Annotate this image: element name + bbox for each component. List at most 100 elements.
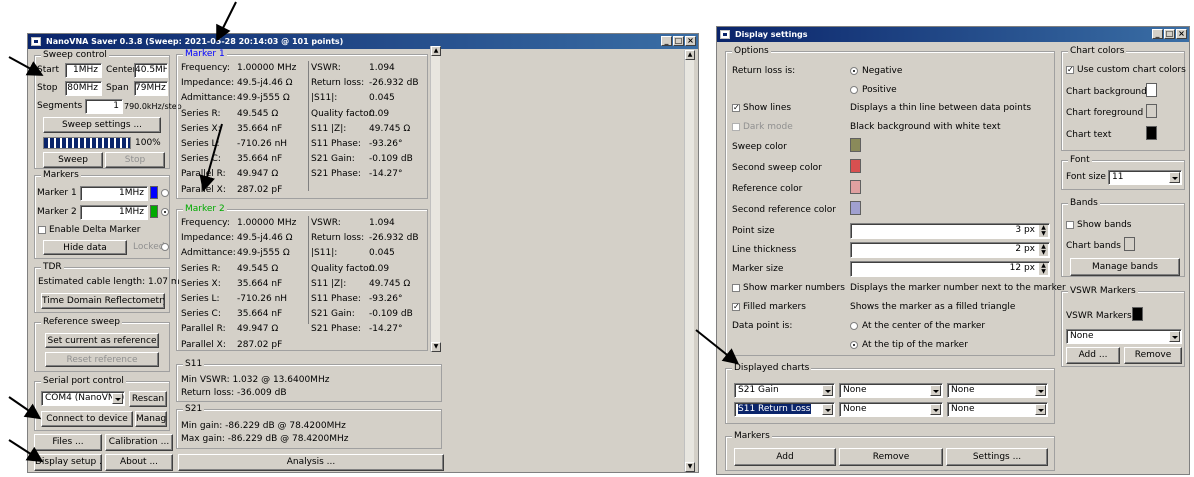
marker-add-button[interactable]: Add bbox=[734, 448, 836, 466]
dark-mode-checkbox[interactable] bbox=[732, 123, 740, 131]
dp-center-radio[interactable] bbox=[850, 322, 858, 330]
serial-port-title: Serial port control bbox=[41, 376, 126, 386]
marker1-input[interactable]: 1MHz bbox=[80, 186, 148, 201]
main-scrollbar[interactable]: ▲ ▼ bbox=[684, 50, 695, 472]
set-reference-button[interactable]: Set current as reference bbox=[45, 333, 159, 348]
line-thickness-input[interactable]: 2 px ▲ ▼ bbox=[850, 242, 1050, 258]
display-title-bar[interactable]: Display settings _ □ × bbox=[717, 27, 1189, 42]
use-custom-colors-checkbox[interactable]: ✓ bbox=[1066, 66, 1074, 74]
chevron-down-icon bbox=[112, 393, 123, 404]
main-scroll-up-icon[interactable]: ▲ bbox=[685, 50, 695, 60]
readout-label: Series R: bbox=[181, 263, 221, 274]
chart-select-r2c3[interactable]: None bbox=[947, 402, 1048, 417]
second-sweep-color-label: Second sweep color bbox=[732, 163, 822, 173]
vswr-select[interactable]: None bbox=[1066, 329, 1182, 344]
about-button[interactable]: About ... bbox=[105, 454, 173, 471]
span-input[interactable]: 79MHz bbox=[134, 81, 168, 96]
display-close-icon[interactable]: × bbox=[1176, 29, 1187, 39]
port-select[interactable]: COM4 (NanoVNA) bbox=[41, 391, 125, 406]
chart-select-r1c2[interactable]: None bbox=[839, 383, 943, 398]
filled-markers-checkbox[interactable]: ✓ bbox=[732, 303, 740, 311]
second-sweep-color-swatch[interactable] bbox=[850, 159, 861, 173]
vswr-markers-swatch[interactable] bbox=[1132, 307, 1143, 321]
readout-label: S21 Phase: bbox=[311, 169, 361, 180]
marker-readout-row: Series L: -710.26 nH bbox=[181, 139, 305, 152]
readout-value: -710.26 nH bbox=[237, 294, 288, 304]
readout-value: -14.27° bbox=[369, 324, 403, 335]
spinner-icon[interactable]: ▲ ▼ bbox=[1039, 225, 1048, 237]
marker-settings-button[interactable]: Settings ... bbox=[946, 448, 1048, 466]
vswr-remove-button[interactable]: Remove bbox=[1124, 347, 1182, 364]
negative-radio[interactable] bbox=[850, 67, 858, 75]
close-icon[interactable]: × bbox=[685, 36, 696, 46]
manage-bands-button[interactable]: Manage bands bbox=[1070, 258, 1180, 276]
chart-bands-swatch[interactable] bbox=[1124, 237, 1135, 251]
positive-radio[interactable] bbox=[850, 86, 858, 94]
manage-button[interactable]: Manage bbox=[135, 411, 167, 427]
point-size-input[interactable]: 3 px ▲ ▼ bbox=[850, 223, 1050, 239]
delta-marker-checkbox[interactable] bbox=[38, 226, 46, 234]
marker2-radio[interactable] bbox=[161, 208, 169, 216]
marker-panel-scrollbar[interactable]: ▲ ▼ bbox=[430, 46, 441, 352]
dp-center-label: At the center of the marker bbox=[862, 321, 986, 331]
chart-select-r1c3[interactable]: None bbox=[947, 383, 1048, 398]
chart-select-r2c2[interactable]: None bbox=[839, 402, 943, 417]
start-input[interactable]: 1MHz bbox=[65, 63, 102, 78]
spinner-icon[interactable]: ▲ ▼ bbox=[1039, 244, 1048, 256]
vswr-add-button[interactable]: Add ... bbox=[1066, 347, 1120, 364]
readout-label: Admittance: bbox=[181, 248, 236, 259]
display-setup-button[interactable]: Display setup ... bbox=[34, 454, 102, 471]
calibration-button[interactable]: Calibration ... bbox=[105, 434, 173, 451]
reference-color-swatch[interactable] bbox=[850, 180, 861, 194]
display-maximize-icon[interactable]: □ bbox=[1164, 29, 1175, 39]
chart-select-value: S21 Gain bbox=[738, 385, 779, 395]
scroll-up-icon[interactable]: ▲ bbox=[431, 46, 441, 56]
readout-label: Series R: bbox=[181, 108, 221, 119]
connect-button[interactable]: Connect to device bbox=[41, 411, 133, 427]
readout-value: 35.664 nF bbox=[237, 309, 283, 320]
readout-value: -26.932 dB bbox=[369, 78, 419, 89]
segments-input[interactable]: 1 bbox=[85, 99, 123, 114]
chart-background-swatch[interactable] bbox=[1146, 83, 1157, 97]
sweep-settings-button[interactable]: Sweep settings ... bbox=[43, 117, 161, 133]
show-lines-checkbox[interactable]: ✓ bbox=[732, 104, 740, 112]
show-marker-numbers-checkbox[interactable] bbox=[732, 284, 740, 292]
scroll-down-icon[interactable]: ▼ bbox=[431, 342, 441, 352]
font-size-select[interactable]: 11 bbox=[1108, 170, 1182, 185]
stop-input[interactable]: 80MHz bbox=[65, 81, 102, 96]
hide-data-button[interactable]: Hide data bbox=[43, 240, 127, 255]
rescan-button[interactable]: Rescan bbox=[129, 391, 167, 407]
chart-select-r2c1[interactable]: S11 Return Loss bbox=[734, 402, 835, 417]
dp-tip-radio[interactable] bbox=[850, 341, 858, 349]
main-scroll-down-icon[interactable]: ▼ bbox=[685, 462, 695, 472]
chart-text-swatch[interactable] bbox=[1146, 126, 1157, 140]
stop-button[interactable]: Stop bbox=[105, 152, 165, 168]
minimize-icon[interactable]: _ bbox=[661, 36, 672, 46]
reset-reference-button[interactable]: Reset reference bbox=[45, 352, 159, 367]
locked-radio[interactable] bbox=[161, 243, 169, 251]
marker1-color-swatch[interactable] bbox=[150, 186, 158, 199]
center-input[interactable]: 40.5MHz bbox=[134, 63, 168, 78]
marker1-radio[interactable] bbox=[161, 189, 169, 197]
marker2-input[interactable]: 1MHz bbox=[80, 205, 148, 220]
second-reference-color-swatch[interactable] bbox=[850, 201, 861, 215]
sweep-color-swatch[interactable] bbox=[850, 138, 861, 152]
display-minimize-icon[interactable]: _ bbox=[1152, 29, 1163, 39]
analysis-button[interactable]: Analysis ... bbox=[178, 454, 444, 471]
chart-select-r1c1[interactable]: S21 Gain bbox=[734, 383, 835, 398]
main-title-bar[interactable]: NanoVNA Saver 0.3.8 (Sweep: 2021-05-28 2… bbox=[28, 34, 698, 49]
maximize-icon[interactable]: □ bbox=[673, 36, 684, 46]
marker2-color-swatch[interactable] bbox=[150, 205, 158, 218]
show-bands-checkbox[interactable] bbox=[1066, 221, 1074, 229]
marker-remove-button[interactable]: Remove bbox=[839, 448, 943, 466]
marker-size-input[interactable]: 12 px ▲ ▼ bbox=[850, 261, 1050, 277]
tdr-button[interactable]: Time Domain Reflectometry ... bbox=[41, 293, 165, 309]
dp-tip-label: At the tip of the marker bbox=[862, 340, 968, 350]
chart-foreground-swatch[interactable] bbox=[1146, 104, 1157, 118]
marker-readout-row: Parallel X: 287.02 pF bbox=[181, 340, 305, 353]
spinner-icon[interactable]: ▲ ▼ bbox=[1039, 263, 1048, 275]
files-button[interactable]: Files ... bbox=[34, 434, 102, 451]
sweep-button[interactable]: Sweep bbox=[43, 152, 103, 168]
readout-label: Return loss: bbox=[311, 233, 365, 244]
readout-value: -26.932 dB bbox=[369, 233, 419, 244]
